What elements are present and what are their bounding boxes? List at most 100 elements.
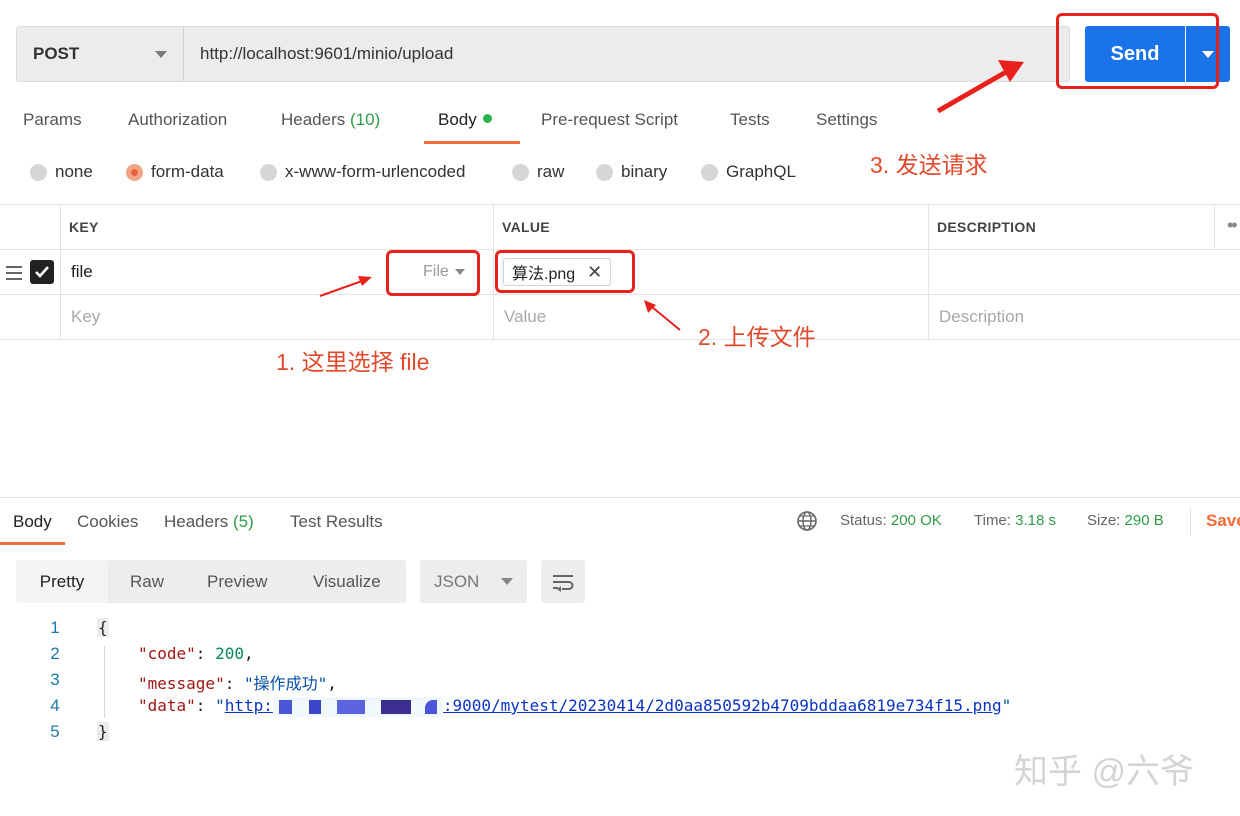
tab-count: (10) [350,110,381,129]
active-dot-icon [482,114,492,124]
status-indicator: Status: 200 OK [840,512,942,529]
annotation-step2: 2. 上传文件 [698,324,816,350]
radio-graphql[interactable]: GraphQL [701,162,796,182]
column-header-description: DESCRIPTION [928,205,1214,249]
chevron-down-icon [501,578,513,585]
watermark: 知乎 @六爷 [1014,753,1194,791]
method-select[interactable]: POST [17,27,184,81]
radio-label: binary [621,162,668,181]
redacted-host [272,696,443,717]
view-mode-group: Pretty Raw Preview Visualize [16,560,406,603]
radio-label: GraphQL [726,162,796,181]
drag-handle-icon[interactable] [6,266,22,284]
tab-params[interactable]: Params [23,110,82,130]
json-link[interactable]: http: [225,696,273,715]
quote: " [215,696,225,715]
tab-body[interactable]: Body [438,110,492,130]
tab-label: Headers [281,110,346,129]
tab-label: Authorization [128,110,228,129]
tab-tests[interactable]: Tests [730,110,770,130]
annotation-step1: 1. 这里选择 file [276,349,430,375]
chevron-down-icon [155,50,167,58]
tab-label: Cookies [77,512,139,531]
tab-label: Test Results [290,512,383,531]
open-brace: { [97,618,109,637]
annotation-box-type [386,250,480,296]
format-select[interactable]: JSON [420,560,527,603]
view-raw-button[interactable]: Raw [130,560,164,603]
json-link[interactable]: :9000/mytest/20230414/2d0aa850592b4709bd… [443,696,1002,715]
size-value: 290 B [1124,512,1164,529]
tab-authorization[interactable]: Authorization [128,110,227,130]
key-input[interactable]: Key [60,295,493,339]
description-cell[interactable] [928,250,1240,294]
row-enabled-checkbox[interactable] [30,260,54,284]
tab-count: (5) [233,512,254,531]
url-input[interactable]: http://localhost:9601/minio/upload [184,44,453,64]
key-value: file [71,262,93,281]
active-tab-indicator [424,141,520,144]
radio-icon [512,163,529,181]
response-divider [0,497,1240,498]
table-header-row: KEY VALUE DESCRIPTION •• [0,205,1240,250]
request-url-bar: POST http://localhost:9601/minio/upload [16,26,1070,82]
line-number: 2 [50,644,60,663]
radio-none[interactable]: none [30,162,93,182]
active-tab-indicator [0,542,65,545]
tab-label: Params [23,110,82,129]
save-response-button[interactable]: Save [1206,511,1240,531]
tab-headers[interactable]: Headers (10) [281,110,380,130]
indent-guide [104,646,105,718]
tab-label: Tests [730,110,770,129]
response-tab-cookies[interactable]: Cookies [77,512,138,532]
method-label: POST [33,44,80,63]
column-header-key: KEY [60,205,493,249]
response-tab-body[interactable]: Body [13,512,52,532]
size-label: Size: [1087,512,1121,529]
view-preview-button[interactable]: Preview [207,560,267,603]
line-number: 1 [50,618,60,637]
tab-label: Settings [816,110,878,129]
radio-raw[interactable]: raw [512,162,564,182]
annotation-step3: 3. 发送请求 [870,152,988,178]
radio-binary[interactable]: binary [596,162,667,182]
response-tab-test-results[interactable]: Test Results [290,512,383,532]
radio-icon [30,163,47,181]
more-horizontal-icon[interactable]: •• [1227,215,1238,236]
tab-label: Headers [164,512,229,531]
radio-label: none [55,162,93,181]
format-label: JSON [434,571,480,591]
description-input[interactable]: Description [928,295,1240,339]
divider [1190,508,1191,536]
json-key: "data" [138,696,196,715]
tab-label: Body [438,110,477,129]
radio-label: form-data [151,162,224,181]
annotation-box-send [1056,13,1219,89]
radio-x-www-form-urlencoded[interactable]: x-www-form-urlencoded [260,162,465,182]
view-visualize-button[interactable]: Visualize [313,560,381,603]
response-tab-headers[interactable]: Headers (5) [164,512,254,532]
tab-label: Pre-request Script [541,110,678,129]
line-number: 5 [50,722,60,741]
quote: " [1001,696,1012,715]
wrap-lines-button[interactable] [541,560,585,603]
radio-label: raw [537,162,565,181]
time-indicator: Time: 3.18 s [974,512,1056,529]
request-tabs: Params Authorization Headers (10) Body P… [0,100,900,144]
more-options-cell: •• [1214,205,1240,249]
time-label: Time: [974,512,1011,529]
wrap-icon [553,574,574,592]
tab-settings[interactable]: Settings [816,110,877,130]
tab-pre-request-script[interactable]: Pre-request Script [541,110,678,130]
close-brace: } [97,722,109,741]
view-pretty-button[interactable]: Pretty [16,560,108,603]
status-value: 200 OK [890,512,942,529]
line-number: 4 [50,696,60,715]
radio-form-data[interactable]: form-data [126,162,224,182]
json-key: "message" [138,674,225,693]
status-label: Status: [840,512,887,529]
radio-checked-icon [126,163,143,181]
line-number: 3 [50,670,60,689]
annotation-box-file [495,250,635,293]
globe-icon[interactable] [796,510,818,532]
